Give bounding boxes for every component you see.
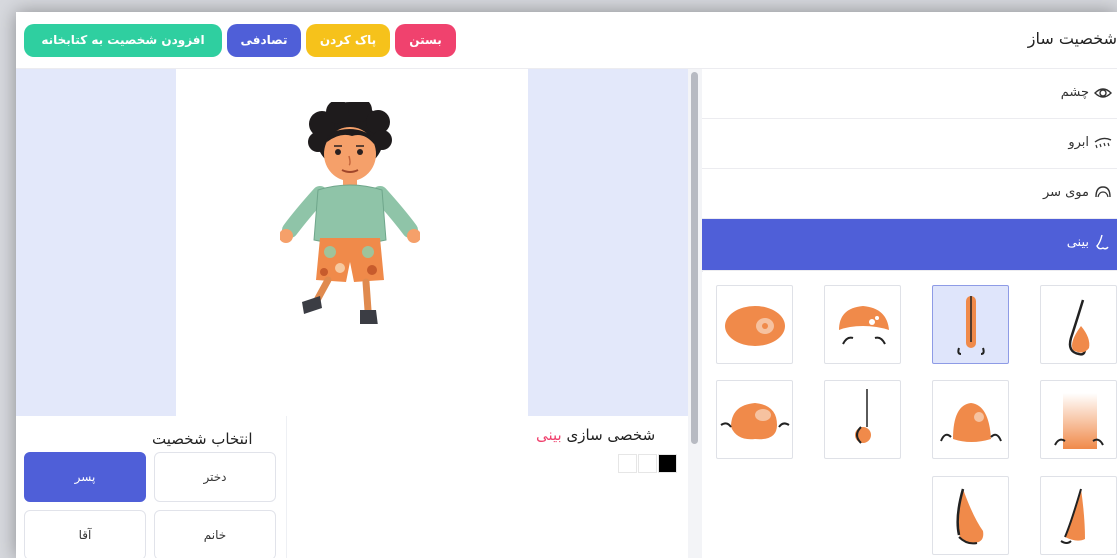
add-to-library-button[interactable]: افزودن شخصیت به کتابخانه: [24, 24, 222, 57]
category-nose-label: بینی: [1066, 235, 1089, 250]
nose-thumbnail: [956, 488, 984, 545]
character-legs: [302, 276, 378, 328]
character-select-title: انتخاب شخصیت: [152, 430, 253, 448]
category-eyebrow-label: ابرو: [1068, 135, 1089, 150]
character-option-girl[interactable]: دختر: [154, 452, 276, 502]
category-hair[interactable]: موی سر: [702, 169, 1117, 219]
character-option-boy[interactable]: پسر: [24, 452, 146, 502]
nose-option-7[interactable]: [824, 380, 901, 459]
color-swatch-white-2[interactable]: [618, 454, 637, 473]
character-shorts: [316, 238, 384, 282]
character-option-woman[interactable]: خانم: [154, 510, 276, 558]
nose-option-5[interactable]: [1040, 380, 1117, 459]
category-eyebrow[interactable]: ابرو: [702, 119, 1117, 169]
category-eye[interactable]: چشم: [702, 69, 1117, 119]
nose-thumbnail: [725, 306, 785, 346]
panel-divider: [286, 416, 287, 558]
header-bar: افزودن شخصیت به کتابخانه تصادفی پاک کردن…: [16, 12, 1117, 69]
character-face: [324, 127, 376, 181]
customize-title: شخصی سازی بینی: [536, 426, 655, 444]
app-title: شخصیت ساز: [1027, 29, 1117, 48]
nose-icon: [1096, 234, 1109, 250]
nose-thumbnail: [1068, 299, 1090, 356]
nose-option-10[interactable]: [932, 476, 1009, 555]
category-nose[interactable]: بینی: [702, 219, 1117, 271]
customize-part: بینی: [536, 426, 562, 444]
category-eye-label: چشم: [1060, 85, 1089, 100]
close-button[interactable]: بستن: [395, 24, 456, 57]
character-builder-window: افزودن شخصیت به کتابخانه تصادفی پاک کردن…: [16, 12, 1117, 558]
clear-button[interactable]: پاک کردن: [306, 24, 390, 57]
nose-thumbnail: [855, 389, 871, 444]
character-preview: [280, 102, 420, 328]
hair-icon: [1095, 186, 1111, 198]
eye-icon: [1094, 88, 1112, 98]
nose-thumbnail: [1060, 488, 1085, 544]
random-button[interactable]: تصادفی: [227, 24, 301, 57]
customize-prefix: شخصی سازی: [566, 426, 656, 444]
color-swatch-white-1[interactable]: [638, 454, 657, 473]
character-option-man[interactable]: آقا: [24, 510, 146, 558]
category-hair-label: موی سر: [1042, 185, 1089, 200]
nose-option-6[interactable]: [932, 380, 1009, 459]
nose-option-3[interactable]: [824, 285, 901, 364]
nose-option-9[interactable]: [1040, 476, 1117, 555]
nose-option-8[interactable]: [716, 380, 793, 459]
nose-thumbnail: [839, 306, 889, 345]
color-swatch-black[interactable]: [658, 454, 677, 473]
character-shirt: [313, 184, 387, 245]
nose-option-2[interactable]: [932, 285, 1009, 364]
eyebrow-icon: [1094, 137, 1112, 149]
nose-thumbnail: [940, 403, 1002, 442]
nose-thumbnail: [957, 296, 985, 355]
nose-option-4[interactable]: [716, 285, 793, 364]
nose-thumbnail: [1054, 393, 1104, 449]
nose-option-1[interactable]: [1040, 285, 1117, 364]
scrollbar-thumb[interactable]: [691, 72, 698, 444]
nose-thumbnail: [720, 403, 790, 440]
